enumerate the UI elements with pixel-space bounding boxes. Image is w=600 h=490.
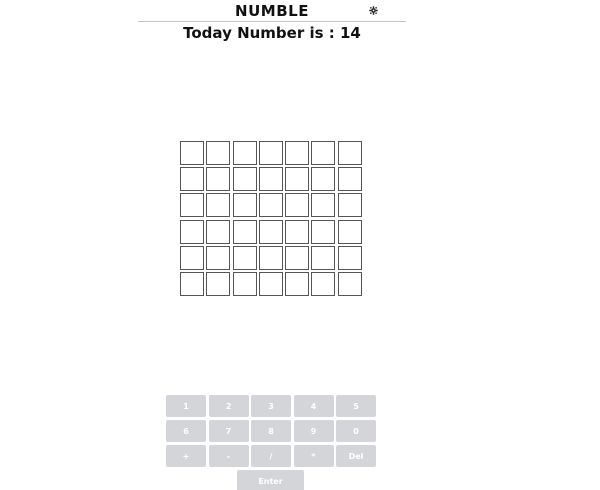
board-tile <box>258 193 283 218</box>
key-9-button[interactable]: 9 <box>293 420 334 442</box>
page-title: NUMBLE <box>235 2 309 20</box>
board-tile <box>285 141 310 165</box>
key-divide-button[interactable]: / <box>251 445 291 467</box>
key-7-button[interactable]: 7 <box>208 420 249 442</box>
header: NUMBLE <box>138 0 406 22</box>
key-2-button[interactable]: 2 <box>208 395 249 417</box>
key-8-button[interactable]: 8 <box>251 420 291 442</box>
board-tile <box>180 193 204 218</box>
key-0-button[interactable]: 0 <box>336 420 376 442</box>
enter-button[interactable]: Enter <box>237 470 304 490</box>
board-tile <box>285 245 310 270</box>
keyboard-row: 67890 <box>166 420 377 442</box>
board-tile <box>232 219 257 244</box>
key-minus-button[interactable]: - <box>208 445 249 467</box>
board-tile <box>311 193 336 218</box>
key-1-button[interactable]: 1 <box>166 395 206 417</box>
board-tile <box>206 271 231 296</box>
on-screen-keyboard: 1 2 3 4 5 6 7 8 9 0 + - / * Del Enter <box>166 395 377 490</box>
board-tile <box>311 219 336 244</box>
board-tile <box>337 141 362 165</box>
board-tile <box>337 245 362 270</box>
key-delete-button[interactable]: Del <box>336 445 376 467</box>
board-tile <box>337 193 362 218</box>
board-tile <box>232 193 257 218</box>
key-multiply-button[interactable]: * <box>293 445 334 467</box>
numble-app: NUMBLE Today Number is : 14 1 2 3 4 5 6 7 8 9 0 + -… <box>0 0 600 490</box>
board-tile <box>258 271 283 296</box>
board-tile <box>180 271 204 296</box>
board-tile <box>180 245 204 270</box>
key-plus-button[interactable]: + <box>166 445 206 467</box>
guess-board <box>180 141 362 296</box>
board-tile <box>180 167 204 192</box>
board-tile <box>337 219 362 244</box>
key-5-button[interactable]: 5 <box>336 395 376 417</box>
board-tile <box>206 245 231 270</box>
board-tile <box>311 167 336 192</box>
board-tile <box>311 271 336 296</box>
board-tile <box>232 271 257 296</box>
board-tile <box>337 167 362 192</box>
key-4-button[interactable]: 4 <box>293 395 334 417</box>
board-tile <box>337 271 362 296</box>
board-tile <box>311 245 336 270</box>
board-tile <box>285 271 310 296</box>
board-tile <box>285 167 310 192</box>
key-3-button[interactable]: 3 <box>251 395 291 417</box>
board-tile <box>285 219 310 244</box>
board-tile <box>232 245 257 270</box>
keyboard-row: 12345 <box>166 395 377 417</box>
board-tile <box>206 141 231 165</box>
board-tile <box>206 167 231 192</box>
board-tile <box>258 167 283 192</box>
board-tile <box>206 219 231 244</box>
keyboard-row: + - / * Del <box>166 445 377 467</box>
board-tile <box>258 141 283 165</box>
board-tile <box>206 193 231 218</box>
board-tile <box>180 141 204 165</box>
board-tile <box>232 141 257 165</box>
key-6-button[interactable]: 6 <box>166 420 206 442</box>
keyboard-row: Enter <box>166 470 377 490</box>
board-tile <box>285 193 310 218</box>
board-tile <box>258 219 283 244</box>
today-number-label: Today Number is : 14 <box>183 24 361 42</box>
gear-icon[interactable] <box>369 6 378 15</box>
board-tile <box>311 141 336 165</box>
board-tile <box>258 245 283 270</box>
board-tile <box>180 219 204 244</box>
board-tile <box>232 167 257 192</box>
